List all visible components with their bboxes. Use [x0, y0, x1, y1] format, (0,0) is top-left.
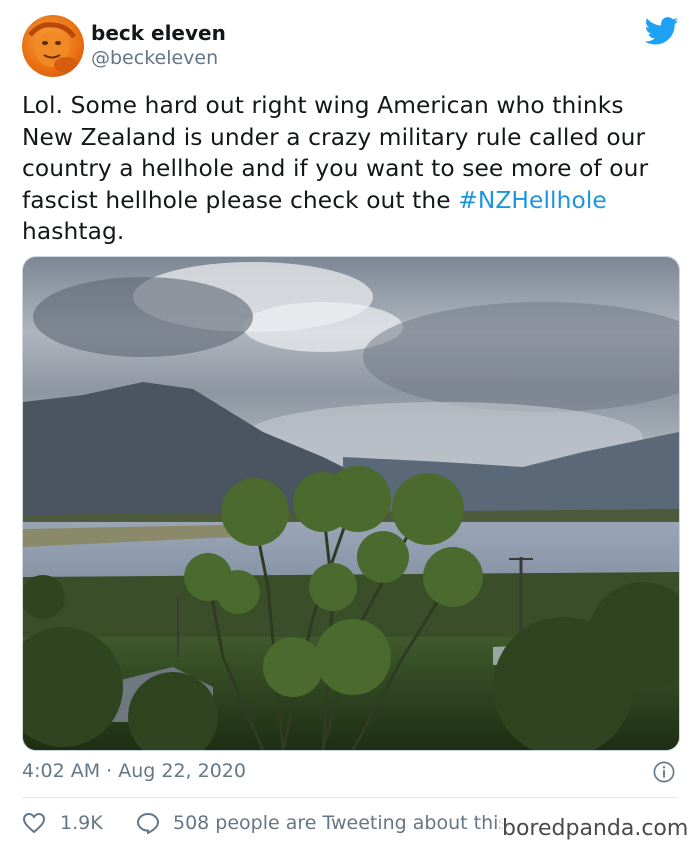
heart-icon[interactable] [22, 812, 46, 834]
tweet-card: beck eleven @beckeleven Lol. Some hard o… [0, 0, 700, 851]
tweet-text: Lol. Some hard out right wing American w… [22, 90, 682, 248]
display-name[interactable]: beck eleven [91, 21, 226, 45]
like-count[interactable]: 1.9K [60, 812, 103, 834]
avatar[interactable] [22, 15, 84, 77]
tweet-timestamp[interactable]: 4:02 AM · Aug 22, 2020 [22, 760, 246, 782]
divider [22, 797, 678, 798]
landscape-photo [23, 257, 679, 750]
tweet-tail: hashtag. [22, 218, 125, 245]
watermark: boredpanda.com [500, 816, 691, 842]
conversation-link[interactable]: 508 people are Tweeting about this [173, 812, 508, 834]
user-handle[interactable]: @beckeleven [91, 47, 218, 69]
info-icon[interactable] [653, 761, 675, 783]
twitter-bird-icon[interactable] [645, 17, 679, 45]
reply-bubble-icon[interactable] [136, 812, 160, 834]
tweet-photo[interactable] [22, 256, 680, 751]
avatar-face-icon [28, 22, 78, 73]
hashtag-link[interactable]: #NZHellhole [458, 187, 607, 214]
